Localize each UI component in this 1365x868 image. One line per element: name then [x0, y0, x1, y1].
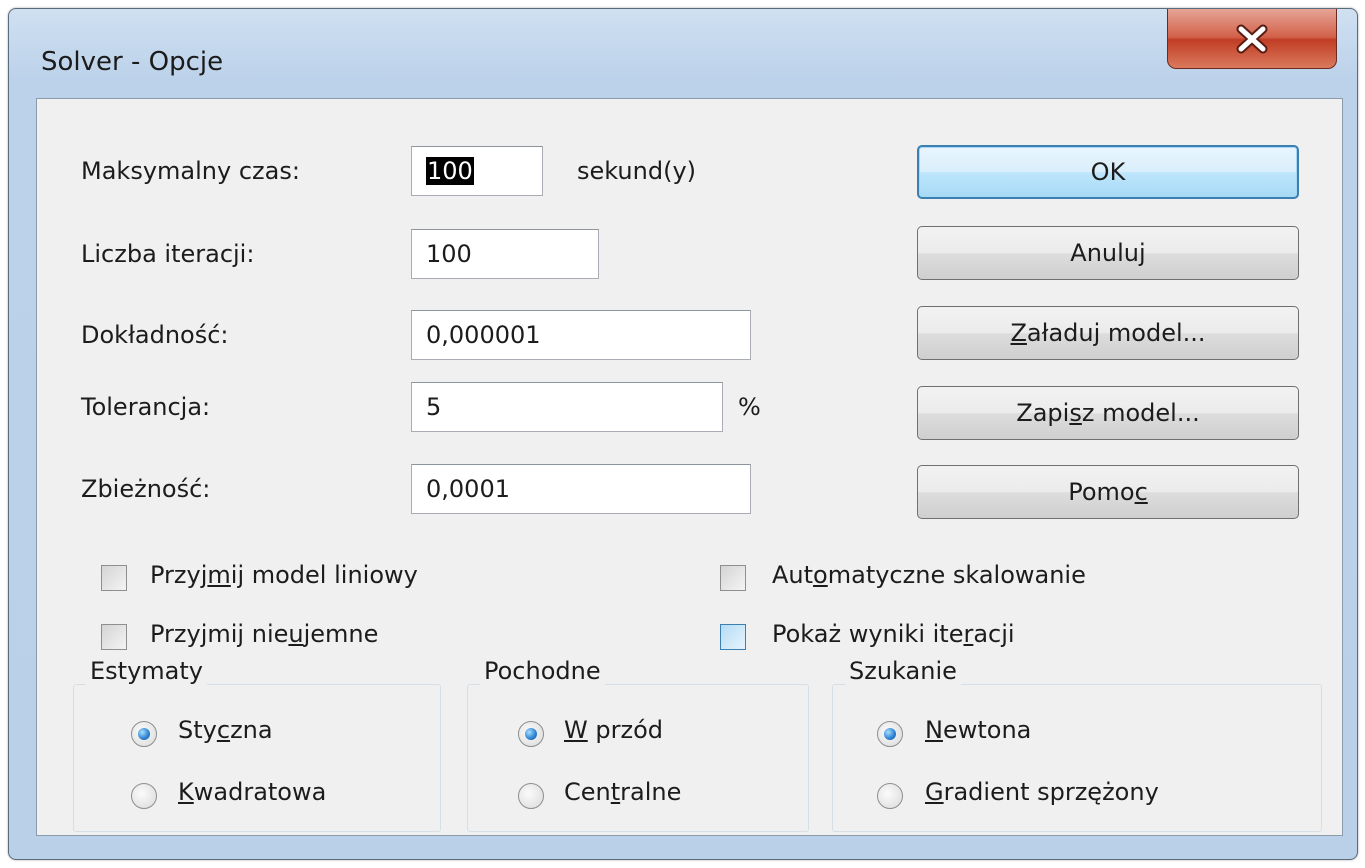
auto-scaling-label[interactable]: Automatyczne skalowanie	[772, 561, 1086, 589]
close-icon	[1236, 24, 1268, 53]
help-label-pre: Pomo	[1068, 478, 1135, 506]
close-button[interactable]	[1167, 9, 1337, 69]
estimates-group: Estymaty Styczna Kwadratowa	[73, 657, 441, 832]
max-time-value: 100	[426, 157, 474, 185]
assume-linear-label[interactable]: Przyjmij model liniowy	[150, 561, 418, 589]
search-group: Szukanie Newtona Gradient sprzężony	[832, 657, 1322, 832]
convergence-input[interactable]: 0,0001	[411, 464, 751, 514]
load-model-label-post: aładuj model...	[1026, 319, 1206, 347]
max-time-label: Maksymalny czas:	[81, 157, 300, 185]
dialog-title: Solver - Opcje	[41, 47, 224, 77]
derivatives-group-title: Pochodne	[480, 657, 605, 685]
tangent-label[interactable]: Styczna	[178, 716, 273, 744]
precision-label: Dokładność:	[81, 321, 229, 349]
show-iteration-results-label[interactable]: Pokaż wyniki iteracji	[772, 620, 1015, 648]
estimates-group-title: Estymaty	[86, 657, 207, 685]
auto-scaling-checkbox[interactable]	[720, 565, 746, 591]
assume-linear-checkbox[interactable]	[101, 565, 127, 591]
tolerance-label: Tolerancja:	[81, 393, 211, 421]
forward-radio[interactable]	[518, 721, 544, 747]
load-model-button[interactable]: Załaduj model...	[917, 306, 1299, 360]
help-accesskey: c	[1134, 478, 1148, 506]
quadratic-radio[interactable]	[131, 783, 157, 809]
derivatives-group: Pochodne W przód Centralne	[467, 657, 809, 832]
precision-input[interactable]: 0,000001	[411, 310, 751, 360]
iterations-input[interactable]: 100	[411, 229, 599, 279]
solver-options-dialog: Solver - Opcje Maksymalny czas: 100 seku…	[8, 8, 1358, 860]
show-iteration-results-checkbox[interactable]	[720, 624, 746, 650]
conjugate-gradient-label[interactable]: Gradient sprzężony	[925, 778, 1159, 806]
newton-radio[interactable]	[877, 721, 903, 747]
central-label[interactable]: Centralne	[564, 778, 681, 806]
save-model-accesskey: s	[1069, 399, 1082, 427]
title-bar[interactable]: Solver - Opcje	[9, 9, 1357, 97]
max-time-unit: sekund(y)	[577, 157, 697, 185]
dialog-body: Maksymalny czas: 100 sekund(y) Liczba it…	[36, 98, 1343, 836]
max-time-input[interactable]: 100	[411, 146, 543, 196]
assume-nonnegative-label[interactable]: Przyjmij nieujemne	[150, 620, 378, 648]
save-model-label-pre: Zapi	[1016, 399, 1070, 427]
load-model-accesskey: Z	[1010, 319, 1027, 347]
tolerance-input[interactable]: 5	[411, 382, 723, 432]
ok-button[interactable]: OK	[917, 145, 1299, 199]
tolerance-unit: %	[738, 393, 761, 421]
conjugate-gradient-radio[interactable]	[877, 783, 903, 809]
save-model-label-post: z model...	[1081, 399, 1200, 427]
search-group-title: Szukanie	[845, 657, 961, 685]
tangent-radio[interactable]	[131, 721, 157, 747]
forward-label[interactable]: W przód	[564, 716, 663, 744]
cancel-button[interactable]: Anuluj	[917, 226, 1299, 280]
save-model-button[interactable]: Zapisz model...	[917, 386, 1299, 440]
convergence-label: Zbieżność:	[81, 475, 211, 503]
help-button[interactable]: Pomoc	[917, 465, 1299, 519]
newton-label[interactable]: Newtona	[925, 716, 1031, 744]
assume-nonnegative-checkbox[interactable]	[101, 624, 127, 650]
iterations-label: Liczba iteracji:	[81, 240, 255, 268]
quadratic-label[interactable]: Kwadratowa	[178, 778, 326, 806]
central-radio[interactable]	[518, 783, 544, 809]
